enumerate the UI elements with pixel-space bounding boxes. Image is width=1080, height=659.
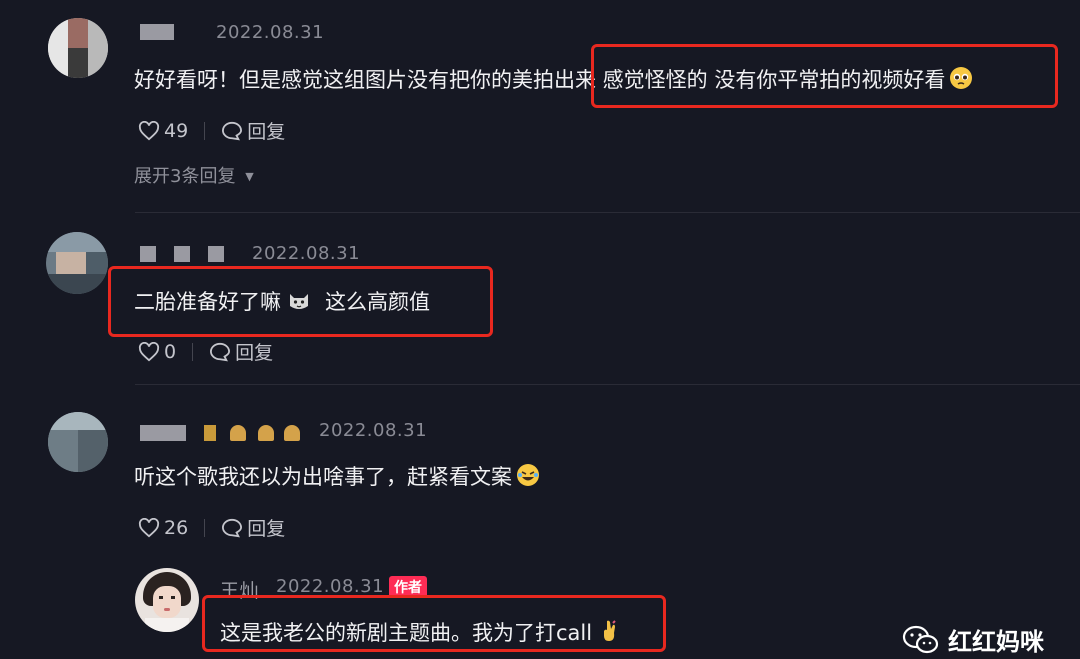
username-blurred[interactable] [140, 24, 174, 40]
comment-date: 2022.08.31 [216, 22, 325, 43]
highlight-box [108, 266, 493, 337]
avatar[interactable] [48, 412, 108, 472]
heart-icon [138, 341, 160, 361]
username-blurred[interactable] [140, 246, 230, 262]
like-count: 49 [164, 119, 189, 142]
reply-button[interactable]: 回复 [221, 514, 285, 541]
chat-bubble-icon [222, 121, 243, 140]
rofl-emoji [516, 463, 540, 492]
comment-text-body: 听这个歌我还以为出啥事了，赶紧看文案 [134, 465, 512, 489]
badge-icon [204, 425, 216, 441]
badge-icon [258, 425, 274, 441]
reply-date: 2022.08.31 [276, 576, 385, 597]
highlight-box [591, 44, 1058, 108]
expand-replies-label: 展开3条回复 [134, 166, 236, 187]
comment-divider [135, 384, 1080, 385]
reply-label: 回复 [247, 518, 286, 540]
heart-icon [138, 120, 160, 140]
username-blurred[interactable] [140, 425, 300, 441]
comment-actions: 26 回复 [138, 514, 285, 541]
highlight-box [202, 595, 666, 652]
caret-down-icon: ▼ [245, 170, 254, 183]
comment-date: 2022.08.31 [252, 243, 361, 264]
avatar[interactable] [46, 232, 108, 294]
badge-icon [284, 425, 300, 441]
comment-text: 听这个歌我还以为出啥事了，赶紧看文案 [134, 461, 540, 492]
badge-icon [230, 425, 246, 441]
chat-bubble-icon [210, 342, 231, 361]
watermark: 红红妈咪 [902, 622, 1044, 657]
comment-date: 2022.08.31 [319, 420, 428, 441]
like-button[interactable]: 26 [138, 517, 188, 539]
reply-button[interactable]: 回复 [221, 117, 285, 144]
divider [204, 121, 206, 140]
heart-icon [138, 517, 160, 537]
comment-actions: 0 回复 [138, 338, 273, 365]
reply-button[interactable]: 回复 [209, 338, 273, 365]
divider [204, 518, 206, 537]
comment-divider [135, 212, 1080, 213]
divider [192, 342, 194, 361]
like-button[interactable]: 0 [138, 341, 176, 363]
like-count: 26 [164, 516, 189, 539]
author-avatar[interactable] [135, 568, 199, 632]
comment-actions: 49 回复 [138, 117, 285, 144]
watermark-text: 红红妈咪 [948, 628, 1044, 656]
reply-label: 回复 [247, 121, 286, 143]
reply-label: 回复 [235, 342, 274, 364]
wechat-icon [902, 625, 939, 653]
expand-replies-button[interactable]: 展开3条回复 ▼ [134, 162, 254, 188]
avatar[interactable] [48, 18, 108, 78]
like-count: 0 [164, 340, 177, 363]
chat-bubble-icon [222, 518, 243, 537]
like-button[interactable]: 49 [138, 120, 188, 142]
